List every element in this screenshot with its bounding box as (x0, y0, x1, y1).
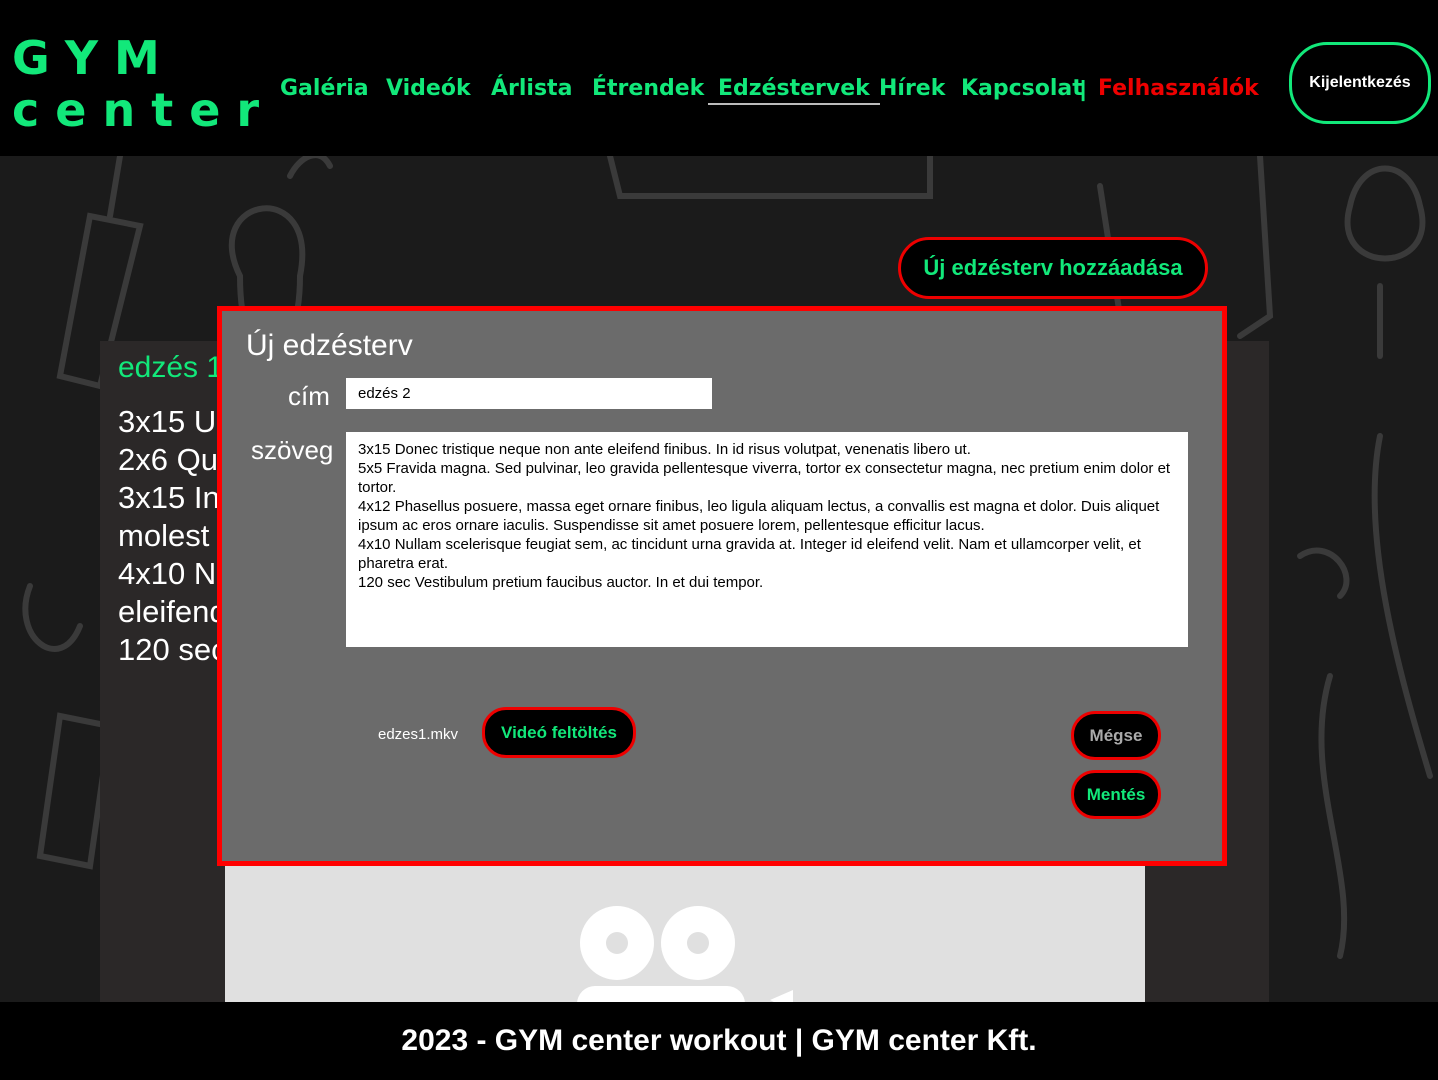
header: GYM center Galéria Videók Árlista Étrend… (0, 0, 1438, 156)
video-camera-icon (577, 906, 793, 1002)
nav-item-edzestervek[interactable]: Edzéstervek (708, 76, 880, 105)
main-nav: Galéria Videók Árlista Étrendek Edzéster… (0, 76, 1280, 108)
workout-plan-title: edzés 1 (118, 351, 224, 384)
modal-title: Új edzésterv (246, 329, 413, 362)
nav-item-hirek[interactable]: Hírek (879, 76, 945, 101)
cancel-button[interactable]: Mégse (1071, 711, 1161, 760)
logout-button[interactable]: Kijelentkezés (1289, 42, 1431, 124)
save-button[interactable]: Mentés (1071, 770, 1161, 819)
title-input[interactable] (346, 378, 712, 409)
footer: 2023 - GYM center workout | GYM center K… (0, 1002, 1438, 1080)
nav-item-felhasznalok[interactable]: Felhasználók (1098, 76, 1259, 101)
video-upload-button[interactable]: Videó feltöltés (482, 707, 636, 758)
selected-file-name: edzes1.mkv (378, 726, 459, 743)
nav-separator: | (1080, 76, 1087, 101)
nav-item-galeria[interactable]: Galéria (280, 76, 369, 101)
title-field-label: cím (288, 381, 330, 411)
nav-item-arlista[interactable]: Árlista (491, 76, 572, 101)
new-workout-plan-modal: Új edzésterv cím szöveg 3x15 Donec trist… (217, 306, 1227, 866)
add-workout-plan-button[interactable]: Új edzésterv hozzáadása (898, 237, 1208, 299)
workout-plan-line: 4x10 N (118, 556, 217, 591)
video-player[interactable] (225, 862, 1145, 1002)
nav-item-videok[interactable]: Videók (386, 76, 471, 101)
workout-plan-text: 3x15 U 2x6 Qu 3x15 In molest 4x10 N elei… (118, 403, 228, 669)
workout-plan-line: 3x15 In (118, 480, 220, 515)
workout-plan-line: molest (118, 518, 210, 553)
workout-plan-line: 120 sec (118, 632, 227, 667)
workout-plan-line: 2x6 Qu (118, 442, 218, 477)
nav-item-etrendek[interactable]: Étrendek (592, 76, 704, 101)
nav-item-kapcsolat[interactable]: Kapcsolat (961, 76, 1083, 101)
text-field-label: szöveg (251, 435, 334, 465)
workout-plan-line: eleifend (118, 594, 227, 629)
workout-plan-line: 3x15 U (118, 404, 217, 439)
text-input[interactable]: 3x15 Donec tristique neque non ante elei… (346, 432, 1188, 647)
